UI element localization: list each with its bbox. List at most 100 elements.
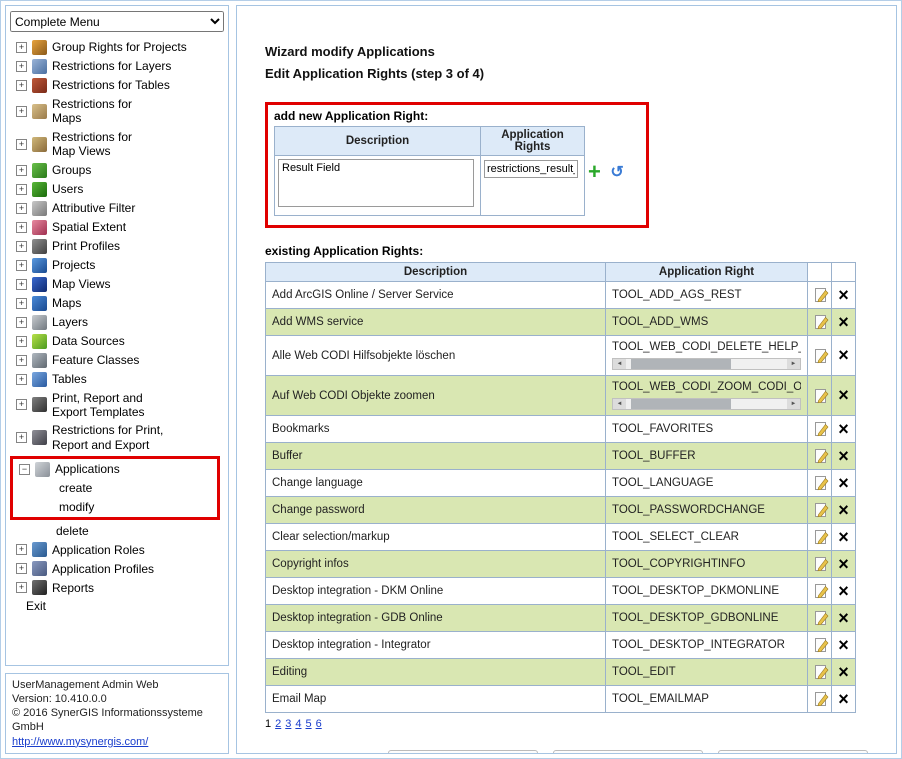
sidebar-item-print-profiles[interactable]: +Print Profiles bbox=[10, 237, 224, 256]
sidebar-item-projects[interactable]: +Projects bbox=[10, 256, 224, 275]
page-number-link[interactable]: 5 bbox=[306, 718, 312, 730]
website-link[interactable]: http://www.mysynergis.com/ bbox=[12, 736, 148, 748]
sidebar-item-groups[interactable]: +Groups bbox=[10, 161, 224, 180]
delete-button[interactable]: × bbox=[838, 692, 849, 707]
sidebar-item-restrictions-for-tables[interactable]: +Restrictions for Tables bbox=[10, 76, 224, 95]
expand-toggle-icon[interactable]: + bbox=[16, 260, 27, 271]
expand-toggle-icon[interactable]: + bbox=[16, 61, 27, 72]
edit-button[interactable] bbox=[814, 287, 825, 303]
scroll-right-icon[interactable]: ► bbox=[787, 399, 800, 409]
scrollbar-track[interactable] bbox=[626, 399, 787, 409]
edit-button[interactable] bbox=[814, 637, 825, 653]
scroll-right-icon[interactable]: ► bbox=[787, 359, 800, 369]
expand-toggle-icon[interactable]: + bbox=[16, 582, 27, 593]
sidebar-item-restrictions-for-map-views[interactable]: +Restrictions for Map Views bbox=[10, 128, 224, 161]
expand-toggle-icon[interactable]: + bbox=[16, 42, 27, 53]
horizontal-scrollbar[interactable]: ◄► bbox=[612, 358, 801, 370]
edit-button[interactable] bbox=[814, 475, 825, 491]
sidebar-item-create[interactable]: create bbox=[13, 479, 217, 497]
expand-toggle-icon[interactable]: + bbox=[16, 544, 27, 555]
edit-button[interactable] bbox=[814, 610, 825, 626]
edit-button[interactable] bbox=[814, 314, 825, 330]
expand-toggle-icon[interactable]: + bbox=[16, 203, 27, 214]
delete-button[interactable]: × bbox=[838, 557, 849, 572]
delete-button[interactable]: × bbox=[838, 315, 849, 330]
edit-button[interactable] bbox=[814, 556, 825, 572]
description-input[interactable]: Result Field bbox=[278, 159, 474, 207]
scroll-left-icon[interactable]: ◄ bbox=[613, 399, 626, 409]
expand-toggle-icon[interactable]: + bbox=[16, 184, 27, 195]
horizontal-scrollbar[interactable]: ◄► bbox=[612, 398, 801, 410]
expand-toggle-icon[interactable]: + bbox=[16, 336, 27, 347]
expand-toggle-icon[interactable]: + bbox=[16, 165, 27, 176]
edit-button[interactable] bbox=[814, 529, 825, 545]
delete-button[interactable]: × bbox=[838, 530, 849, 545]
scroll-left-icon[interactable]: ◄ bbox=[613, 359, 626, 369]
expand-toggle-icon[interactable]: + bbox=[16, 222, 27, 233]
expand-toggle-icon[interactable]: + bbox=[16, 298, 27, 309]
edit-button[interactable] bbox=[814, 421, 825, 437]
sidebar-item-print-report-and-export-templates[interactable]: +Print, Report and Export Templates bbox=[10, 389, 224, 422]
expand-toggle-icon[interactable]: + bbox=[16, 355, 27, 366]
expand-toggle-icon[interactable]: + bbox=[16, 374, 27, 385]
edit-button[interactable] bbox=[814, 502, 825, 518]
next-button[interactable]: Next bbox=[553, 750, 703, 754]
menu-dropdown[interactable]: Complete Menu bbox=[10, 11, 224, 32]
sidebar-item-layers[interactable]: +Layers bbox=[10, 313, 224, 332]
delete-button[interactable]: × bbox=[838, 422, 849, 437]
sidebar-item-restrictions-for-print-report-and-export[interactable]: +Restrictions for Print, Report and Expo… bbox=[10, 421, 224, 454]
expand-toggle-icon[interactable]: + bbox=[16, 317, 27, 328]
page-number-link[interactable]: 4 bbox=[295, 718, 301, 730]
edit-button[interactable] bbox=[814, 448, 825, 464]
delete-button[interactable]: × bbox=[838, 476, 849, 491]
delete-button[interactable]: × bbox=[838, 611, 849, 626]
sidebar-item-exit[interactable]: Exit bbox=[10, 597, 224, 615]
sidebar-item-attributive-filter[interactable]: +Attributive Filter bbox=[10, 199, 224, 218]
application-right-input[interactable] bbox=[484, 160, 578, 178]
page-number-link[interactable]: 2 bbox=[275, 718, 281, 730]
sidebar-item-applications[interactable]: −Applications bbox=[13, 460, 217, 479]
sidebar-item-maps[interactable]: +Maps bbox=[10, 294, 224, 313]
sidebar-item-data-sources[interactable]: +Data Sources bbox=[10, 332, 224, 351]
expand-toggle-icon[interactable]: + bbox=[16, 279, 27, 290]
edit-button[interactable] bbox=[814, 583, 825, 599]
expand-toggle-icon[interactable]: + bbox=[16, 106, 27, 117]
cancel-button[interactable]: Cancel bbox=[718, 750, 868, 754]
undo-icon[interactable]: ↺ bbox=[610, 164, 623, 181]
sidebar-item-spatial-extent[interactable]: +Spatial Extent bbox=[10, 218, 224, 237]
scrollbar-thumb[interactable] bbox=[631, 359, 731, 369]
previous-button[interactable]: Previous bbox=[388, 750, 538, 754]
scrollbar-thumb[interactable] bbox=[631, 399, 731, 409]
sidebar-item-users[interactable]: +Users bbox=[10, 180, 224, 199]
expand-toggle-icon[interactable]: + bbox=[16, 80, 27, 91]
sidebar-item-restrictions-for-layers[interactable]: +Restrictions for Layers bbox=[10, 57, 224, 76]
edit-button[interactable] bbox=[814, 691, 825, 707]
expand-toggle-icon[interactable]: − bbox=[19, 464, 30, 475]
expand-toggle-icon[interactable]: + bbox=[16, 432, 27, 443]
expand-toggle-icon[interactable]: + bbox=[16, 139, 27, 150]
delete-button[interactable]: × bbox=[838, 503, 849, 518]
page-number-link[interactable]: 6 bbox=[316, 718, 322, 730]
delete-button[interactable]: × bbox=[838, 638, 849, 653]
sidebar-item-application-roles[interactable]: +Application Roles bbox=[10, 540, 224, 559]
sidebar-item-feature-classes[interactable]: +Feature Classes bbox=[10, 351, 224, 370]
sidebar-item-reports[interactable]: +Reports bbox=[10, 578, 224, 597]
sidebar-item-application-profiles[interactable]: +Application Profiles bbox=[10, 559, 224, 578]
sidebar-item-restrictions-for-maps[interactable]: +Restrictions for Maps bbox=[10, 95, 224, 128]
sidebar-item-tables[interactable]: +Tables bbox=[10, 370, 224, 389]
delete-button[interactable]: × bbox=[838, 665, 849, 680]
delete-button[interactable]: × bbox=[838, 348, 849, 363]
delete-button[interactable]: × bbox=[838, 288, 849, 303]
sidebar-item-map-views[interactable]: +Map Views bbox=[10, 275, 224, 294]
add-icon[interactable]: + bbox=[588, 159, 601, 184]
edit-button[interactable] bbox=[814, 664, 825, 680]
delete-button[interactable]: × bbox=[838, 584, 849, 599]
scrollbar-track[interactable] bbox=[626, 359, 787, 369]
delete-button[interactable]: × bbox=[838, 449, 849, 464]
edit-button[interactable] bbox=[814, 388, 825, 404]
delete-button[interactable]: × bbox=[838, 388, 849, 403]
page-number-link[interactable]: 3 bbox=[285, 718, 291, 730]
sidebar-item-modify[interactable]: modify bbox=[13, 498, 217, 516]
sidebar-item-group-rights-for-projects[interactable]: +Group Rights for Projects bbox=[10, 38, 224, 57]
sidebar-item-delete[interactable]: delete bbox=[10, 522, 224, 540]
